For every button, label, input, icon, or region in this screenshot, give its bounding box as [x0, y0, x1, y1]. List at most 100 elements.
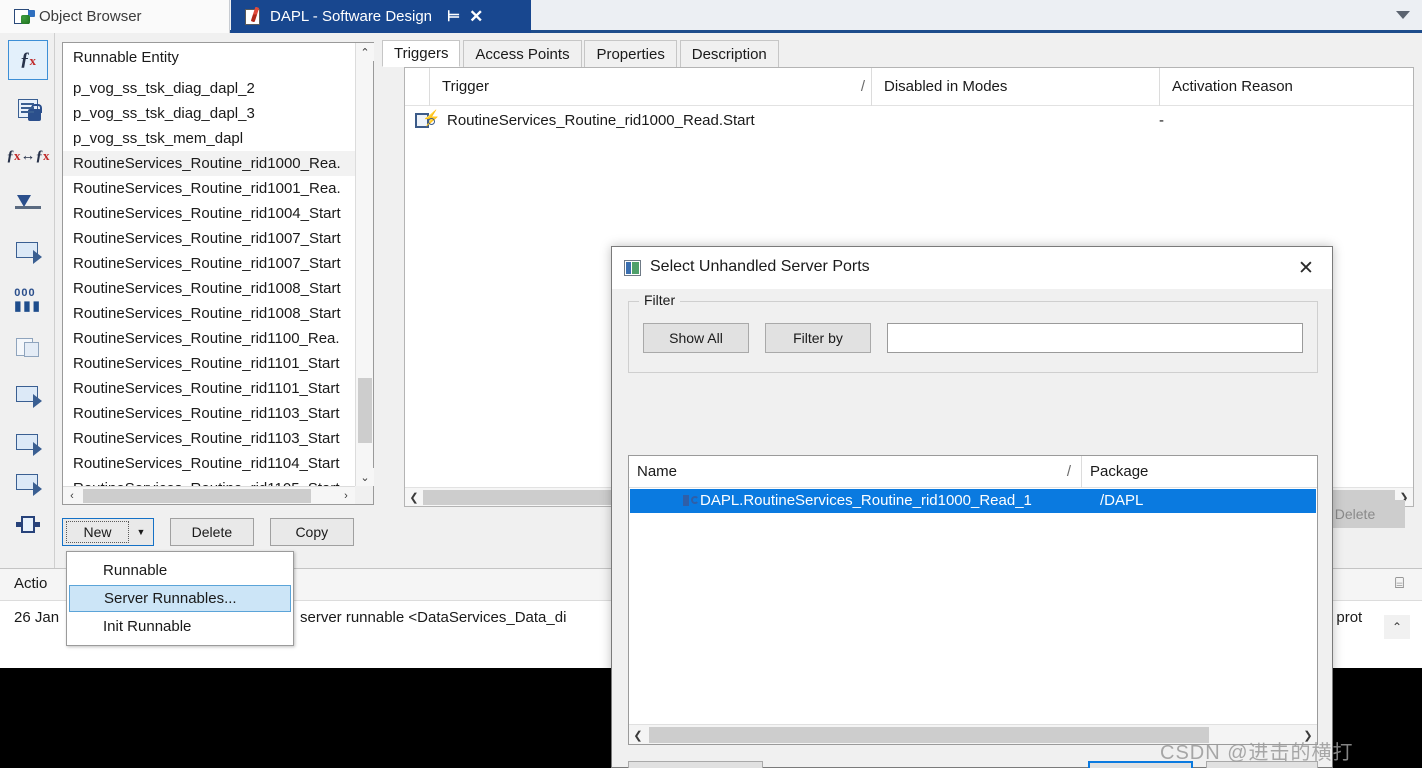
scrollbar-corner	[355, 486, 373, 504]
scroll-down-icon[interactable]: ⌄	[356, 468, 374, 486]
column-header-activation-reason[interactable]: Activation Reason	[1159, 68, 1415, 106]
column-header-name[interactable]: Name	[629, 456, 1049, 488]
list-item[interactable]: p_vog_ss_tsk_mem_dapl	[63, 126, 355, 151]
list-item[interactable]: RoutineServices_Routine_rid1100_Rea.	[63, 326, 355, 351]
dialog-title: Select Unhandled Server Ports	[650, 258, 870, 275]
rail-item-component-ports[interactable]	[8, 464, 48, 504]
pin-icon[interactable]: ⊨	[447, 9, 460, 24]
function-exclude-icon: ƒx	[20, 49, 36, 70]
list-item[interactable]: RoutineServices_Routine_rid1101_Start	[63, 351, 355, 376]
tab-description[interactable]: Description	[679, 40, 779, 67]
list-export-icon	[16, 434, 42, 456]
rail-item-list-export[interactable]	[8, 424, 48, 464]
dock-collapse-icon[interactable]: ⌃	[1384, 615, 1410, 639]
scroll-right-icon[interactable]: ❯	[1299, 726, 1317, 744]
connector-icon	[16, 515, 40, 535]
document-tab-dapl-software-design[interactable]: DAPL - Software Design ⊨ ✕	[231, 0, 531, 33]
tool-rail: ƒx ƒx↔ƒx 000 ▮▮▮	[0, 33, 55, 568]
triggers-grid-header: Trigger / Disabled in Modes Activation R…	[405, 68, 1413, 106]
close-icon[interactable]: ✕	[469, 8, 483, 25]
scroll-right-icon[interactable]: ›	[337, 487, 355, 505]
list-item[interactable]: RoutineServices_Routine_rid1007_Start	[63, 251, 355, 276]
tab-access-points[interactable]: Access Points	[463, 40, 582, 67]
runnable-entity-listbox[interactable]: Runnable Entity p_vog_ss_tsk_diag_dapl_2…	[62, 42, 374, 505]
rail-item-connector[interactable]	[8, 505, 48, 545]
rail-item-document-cube[interactable]	[8, 328, 48, 368]
dialog-titlebar: Select Unhandled Server Ports ✕	[612, 247, 1332, 289]
new-button[interactable]: New ▼	[62, 518, 154, 546]
tab-properties[interactable]: Properties	[584, 40, 677, 67]
server-port-icon	[683, 495, 699, 506]
list-item[interactable]: RoutineServices_Routine_rid1007_Start	[63, 226, 355, 251]
rail-item-function-exclude[interactable]: ƒx	[8, 40, 48, 80]
server-ports-list[interactable]: Name / Package DAPL.RoutineServices_Rout…	[628, 455, 1318, 745]
scroll-left-icon[interactable]: ❮	[629, 726, 647, 744]
chevron-down-icon[interactable]	[1396, 11, 1410, 19]
sort-indicator-icon: /	[860, 78, 865, 95]
list-item-package: /DAPL	[1100, 492, 1144, 509]
document-tab-object-browser[interactable]: Object Browser	[0, 0, 230, 33]
filter-by-button[interactable]: Filter by	[765, 323, 871, 353]
properties-button[interactable]: Properties...	[628, 761, 763, 768]
chevron-down-icon[interactable]: ▼	[129, 527, 153, 537]
scrollbar-thumb[interactable]	[83, 489, 311, 503]
filter-input[interactable]	[887, 323, 1303, 353]
scroll-left-icon[interactable]: ❮	[405, 488, 423, 506]
list-item[interactable]: p_vog_ss_tsk_diag_dapl_2	[63, 76, 355, 101]
list-item[interactable]: RoutineServices_Routine_rid1008_Start	[63, 301, 355, 326]
list-item[interactable]: RoutineServices_Routine_rid1000_Rea.	[63, 151, 355, 176]
column-header-trigger[interactable]: Trigger	[429, 68, 869, 106]
list-item[interactable]: RoutineServices_Routine_rid1103_Start	[63, 401, 355, 426]
document-cube-icon	[16, 338, 40, 358]
runnable-list-header: Runnable Entity	[73, 49, 179, 66]
ports-triple-icon: 000 ▮▮▮	[14, 287, 42, 313]
list-item[interactable]: RoutineServices_Routine_rid1103_Start	[63, 426, 355, 451]
column-header-package[interactable]: Package	[1081, 456, 1317, 488]
component-ports-icon	[16, 474, 42, 496]
filter-fieldset: Filter Show All Filter by	[628, 292, 1318, 373]
rail-item-ports-triple[interactable]: 000 ▮▮▮	[8, 280, 48, 320]
new-dropdown-menu[interactable]: Runnable Server Runnables... Init Runnab…	[66, 551, 294, 646]
rail-item-table-export[interactable]	[8, 376, 48, 416]
copy-button[interactable]: Copy	[269, 518, 354, 546]
new-button-label: New	[66, 521, 129, 543]
delete-button[interactable]: Delete	[169, 518, 254, 546]
cell-trigger: RoutineServices_Routine_rid1000_Read.Sta…	[447, 112, 755, 129]
close-icon[interactable]: ✕	[1292, 255, 1320, 281]
pin-icon[interactable]: ⌸	[1395, 575, 1404, 592]
dock-title: Actio	[14, 575, 48, 592]
rail-item-service-check[interactable]	[8, 232, 48, 272]
rail-item-locked-document[interactable]	[8, 88, 48, 128]
object-browser-icon	[14, 8, 32, 25]
menu-item-server-runnables[interactable]: Server Runnables...	[69, 585, 291, 612]
scrollbar-thumb[interactable]	[358, 378, 372, 443]
menu-item-init-runnable[interactable]: Init Runnable	[67, 612, 293, 641]
rail-item-function-mapping[interactable]: ƒx↔ƒx	[7, 136, 50, 176]
scroll-up-icon[interactable]: ⌃	[356, 43, 374, 61]
cancel-button[interactable]: Cancel	[1206, 761, 1318, 768]
sort-indicator-icon: /	[1066, 463, 1071, 480]
list-item[interactable]: RoutineServices_Routine_rid1001_Rea.	[63, 176, 355, 201]
runnable-list-horizontal-scrollbar[interactable]: ‹ ›	[63, 486, 355, 504]
list-item[interactable]: p_vog_ss_tsk_diag_dapl_3	[63, 101, 355, 126]
runnable-list-vertical-scrollbar[interactable]: ⌃ ⌄	[355, 43, 374, 486]
list-item[interactable]: RoutineServices_Routine_rid1008_Start	[63, 276, 355, 301]
scrollbar-thumb[interactable]	[649, 727, 1209, 743]
scroll-left-icon[interactable]: ‹	[63, 487, 81, 505]
rail-item-insert-arrow[interactable]	[8, 184, 48, 224]
table-export-icon	[16, 386, 42, 408]
column-header-disabled-in-modes[interactable]: Disabled in Modes	[871, 68, 1159, 106]
list-item[interactable]: RoutineServices_Routine_rid1105_Start	[63, 476, 355, 486]
list-item[interactable]: RoutineServices_Routine_rid1101_Start	[63, 376, 355, 401]
list-item[interactable]: RoutineServices_Routine_rid1004_Start	[63, 201, 355, 226]
list-item-name: DAPL.RoutineServices_Routine_rid1000_Rea…	[700, 492, 1032, 509]
ok-button[interactable]: OK	[1088, 761, 1193, 768]
menu-item-runnable[interactable]: Runnable	[67, 556, 293, 585]
tab-triggers[interactable]: Triggers	[382, 40, 461, 67]
content-tabstrip: Triggers Access Points Properties Descri…	[382, 40, 779, 67]
show-all-button[interactable]: Show All	[643, 323, 749, 353]
list-item[interactable]: DAPL.RoutineServices_Routine_rid1000_Rea…	[630, 489, 1316, 513]
list-item[interactable]: RoutineServices_Routine_rid1104_Start	[63, 451, 355, 476]
server-ports-horizontal-scrollbar[interactable]: ❮ ❯	[629, 724, 1317, 744]
table-row[interactable]: ⚡ RoutineServices_Routine_rid1000_Read.S…	[405, 106, 1413, 136]
